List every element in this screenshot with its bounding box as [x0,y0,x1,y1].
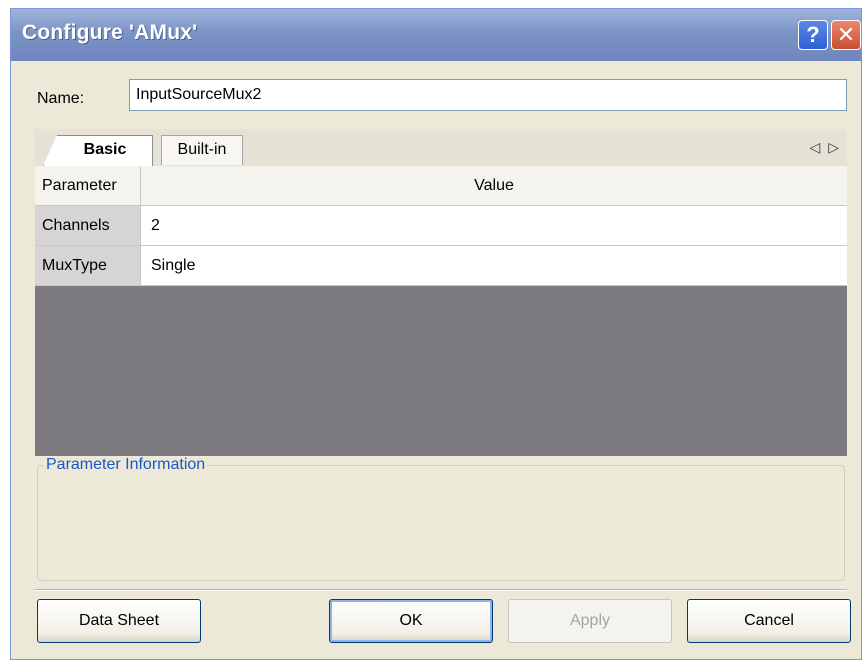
apply-button[interactable]: Apply [508,599,672,643]
parameter-information-legend: Parameter Information [44,456,208,474]
tab-strip: Basic Built-in ◁ ▷ [35,129,847,167]
value-column-header[interactable]: Value [141,166,847,206]
close-button[interactable]: ✕ [831,20,861,50]
tab-scroll-right-icon[interactable]: ▷ [828,139,839,155]
name-input[interactable] [129,79,847,111]
parameter-value-cell[interactable]: 2 [141,206,847,246]
tab-built-in[interactable]: Built-in [161,135,243,165]
parameter-value-cell[interactable]: Single [141,246,847,286]
cancel-button[interactable]: Cancel [687,599,851,643]
tab-scroll-arrows: ◁ ▷ [806,139,839,156]
configure-dialog: Configure 'AMux' ? ✕ Name: Basic Built-i… [10,8,862,660]
grid-row-muxtype[interactable]: MuxType Single [35,246,847,286]
name-label: Name: [37,90,85,107]
grid-header-row: Parameter Value [35,166,847,206]
parameter-name-cell[interactable]: Channels [35,206,141,246]
window-title: Configure 'AMux' [22,21,198,44]
title-bar[interactable]: Configure 'AMux' ? ✕ [11,9,861,61]
tab-basic[interactable]: Basic [43,135,153,166]
parameter-name-cell[interactable]: MuxType [35,246,141,286]
parameter-column-header[interactable]: Parameter [35,166,141,206]
parameter-grid: Parameter Value Channels 2 MuxType Singl… [35,166,847,456]
data-sheet-button[interactable]: Data Sheet [37,599,201,643]
ok-button[interactable]: OK [329,599,493,643]
grid-row-channels[interactable]: Channels 2 [35,206,847,246]
parameter-information-group: Parameter Information [37,456,845,581]
tab-scroll-left-icon[interactable]: ◁ [810,139,821,155]
help-button[interactable]: ? [798,20,828,50]
separator [35,589,847,591]
